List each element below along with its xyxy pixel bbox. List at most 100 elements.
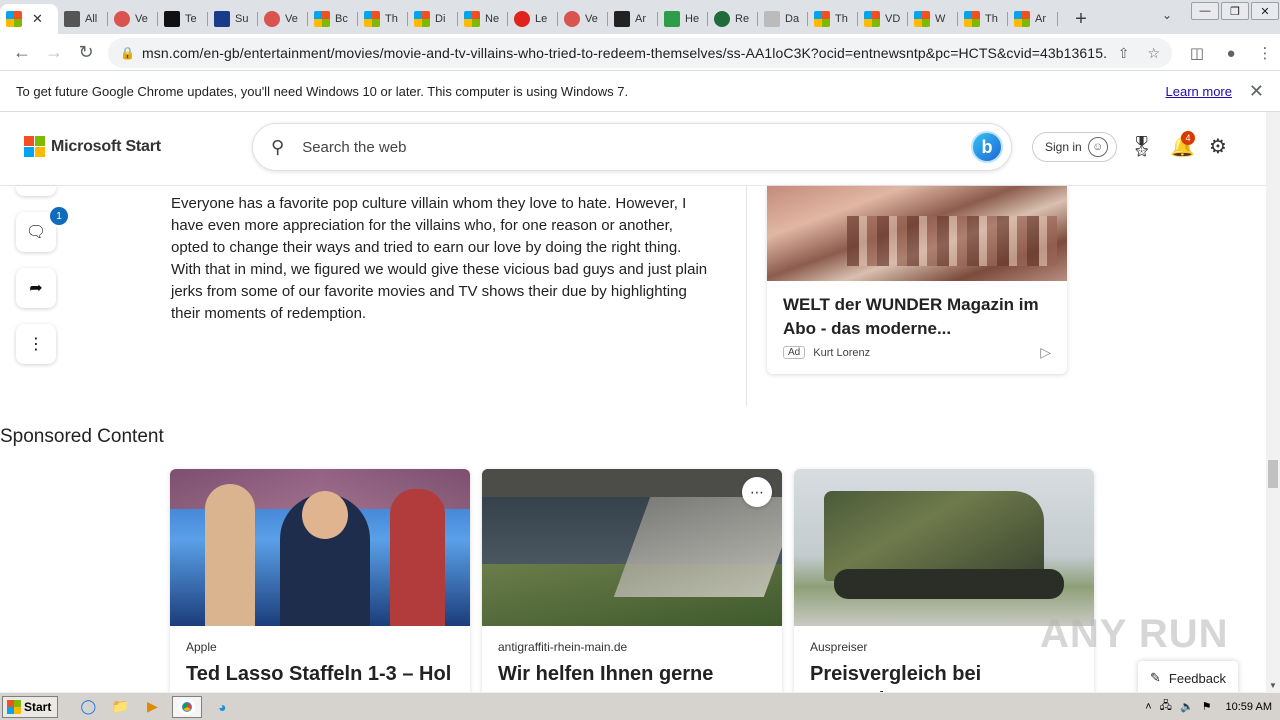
tray-expand-icon[interactable]: ˄ (1145, 701, 1151, 713)
ad-title[interactable]: WELT der WUNDER Magazin im Abo - das mod… (767, 281, 1067, 341)
browser-tab[interactable]: Su (208, 4, 258, 34)
forward-button[interactable]: → (38, 36, 70, 68)
clock[interactable]: 10:59 AM (1226, 701, 1272, 713)
browser-tab[interactable]: Ve (258, 4, 308, 34)
close-window-button[interactable]: ✕ (1251, 2, 1279, 20)
card-image[interactable] (794, 469, 1094, 626)
page-scrollbar[interactable]: ▼ (1266, 112, 1280, 692)
profile-icon[interactable]: ● (1216, 38, 1246, 68)
new-tab-button[interactable]: + (1066, 4, 1096, 34)
microsoft-icon (314, 11, 330, 27)
browser-tab[interactable]: Ar (1008, 4, 1058, 34)
tab-title: He (685, 13, 700, 25)
card-title[interactable]: Wir helfen Ihnen gerne (498, 661, 778, 687)
side-panel-icon[interactable]: ◫ (1182, 38, 1212, 68)
sign-in-button[interactable]: Sign in ☺ (1032, 132, 1117, 162)
tab-close-icon[interactable]: ✕ (32, 11, 43, 27)
browser-tab[interactable]: Ve (558, 4, 608, 34)
bookmark-star-icon[interactable]: ☆ (1147, 45, 1160, 62)
windows-taskbar: Start ◯ 📁 ▶ ◕ ˄ 🖧 🔈 ⚑ 10:59 AM (0, 692, 1280, 720)
tab-title: Bc (335, 13, 348, 25)
microsoft-icon (914, 11, 930, 27)
browser-tab[interactable]: VD (858, 4, 908, 34)
browser-tab[interactable]: Di (408, 4, 458, 34)
browser-tab[interactable]: Th (958, 4, 1008, 34)
menu-kebab-icon[interactable]: ⋮ (1250, 38, 1280, 68)
browser-tab[interactable]: He (658, 4, 708, 34)
reload-button[interactable]: ↻ (70, 36, 102, 68)
tab-title: VD (885, 13, 901, 25)
scrollbar-thumb[interactable] (1268, 460, 1278, 488)
start-button[interactable]: Start (2, 695, 59, 718)
media-player-icon[interactable]: ▶ (140, 696, 164, 718)
tab-title: Th (835, 13, 848, 25)
internet-explorer-icon[interactable]: ◯ (76, 696, 100, 718)
rewards-medal-icon[interactable]: 🎖 (1129, 134, 1154, 159)
card-image[interactable]: ⋯ (482, 469, 782, 626)
tab-title: Di (435, 13, 446, 25)
browser-tab[interactable]: Te (158, 4, 208, 34)
sponsored-card[interactable]: Auspreiser Preisvergleich bei Auspreiser (794, 469, 1094, 699)
ad-card[interactable]: WELT der WUNDER Magazin im Abo - das mod… (767, 186, 1067, 374)
share-icon[interactable]: ⇧ (1118, 45, 1130, 62)
adchoices-icon[interactable]: ▷ (1040, 344, 1051, 361)
ad-advertiser: Kurt Lorenz (813, 346, 871, 359)
browser-tab[interactable]: Re (708, 4, 758, 34)
bing-chat-icon[interactable]: b (971, 131, 1003, 163)
browser-tab[interactable]: Ve (108, 4, 158, 34)
card-source: antigraffiti-rhein-main.de (498, 640, 628, 654)
article-intro: Everyone has a favorite pop culture vill… (171, 195, 708, 322)
microsoft-icon (864, 11, 880, 27)
column-divider (746, 186, 747, 406)
microsoft-start-logo[interactable]: Microsoft Start (24, 136, 161, 157)
red-circle-icon (564, 11, 580, 27)
volume-icon[interactable]: 🔈 (1180, 700, 1194, 713)
maximize-button[interactable]: ❐ (1221, 2, 1249, 20)
tab-title: Le (535, 13, 548, 25)
share-arrow-icon: ➦ (29, 280, 43, 297)
tab-title: Da (785, 13, 800, 25)
back-button[interactable]: ← (6, 36, 38, 68)
tab-title: All (85, 13, 98, 25)
microsoft-icon (964, 11, 980, 27)
card-image[interactable] (170, 469, 470, 626)
browser-tab[interactable]: Ar (608, 4, 658, 34)
search-input[interactable]: Search the web (302, 139, 971, 156)
browser-tab[interactable]: Th (358, 4, 408, 34)
browser-tab[interactable]: W (908, 4, 958, 34)
share-button[interactable]: ➦ (16, 268, 56, 308)
browser-tab[interactable]: All (58, 4, 108, 34)
browser-tab[interactable]: ✕ (0, 4, 58, 34)
sponsored-card[interactable]: Apple Ted Lasso Staffeln 1-3 – Hol (170, 469, 470, 699)
card-more-icon[interactable]: ⋯ (742, 477, 772, 507)
minimize-button[interactable]: — (1191, 2, 1219, 20)
browser-tab[interactable]: Ne (458, 4, 508, 34)
more-options-button[interactable]: ⋮ (16, 324, 56, 364)
sponsored-card[interactable]: ⋯ antigraffiti-rhein-main.de Wir helfen … (482, 469, 782, 699)
chrome-icon[interactable] (172, 695, 203, 718)
action-center-flag-icon[interactable]: ⚑ (1202, 700, 1212, 713)
red-circle-icon (264, 11, 280, 27)
like-button[interactable] (16, 186, 56, 196)
web-search-box[interactable]: ⚲ Search the web b (252, 123, 1012, 171)
browser-tab[interactable]: Bc (308, 4, 358, 34)
browser-tab[interactable]: Da (758, 4, 808, 34)
infobar-close-button[interactable]: ✕ (1249, 81, 1264, 102)
card-title[interactable]: Ted Lasso Staffeln 1-3 – Hol (186, 661, 466, 687)
network-icon[interactable]: 🖧 (1160, 697, 1172, 716)
sponsored-heading: Sponsored Content (0, 426, 164, 447)
file-explorer-icon[interactable]: 📁 (108, 696, 132, 718)
browser-tab[interactable]: Le (508, 4, 558, 34)
edge-icon[interactable]: ◕ (210, 696, 234, 718)
address-bar[interactable]: 🔒 msn.com/en-gb/entertainment/movies/mov… (108, 38, 1172, 68)
learn-more-link[interactable]: Learn more (1166, 84, 1232, 99)
browser-tab[interactable]: Th (808, 4, 858, 34)
lock-icon[interactable]: 🔒 (120, 46, 135, 60)
tab-search-button[interactable]: ⌄ (1162, 8, 1172, 22)
settings-gear-icon[interactable]: ⚙ (1209, 134, 1227, 159)
ad-image[interactable] (767, 186, 1067, 281)
scroll-down-icon[interactable]: ▼ (1269, 681, 1277, 690)
url-text[interactable]: msn.com/en-gb/entertainment/movies/movie… (142, 45, 1106, 61)
feedback-button[interactable]: ✎ Feedback (1138, 661, 1238, 695)
cecil-icon (764, 11, 780, 27)
